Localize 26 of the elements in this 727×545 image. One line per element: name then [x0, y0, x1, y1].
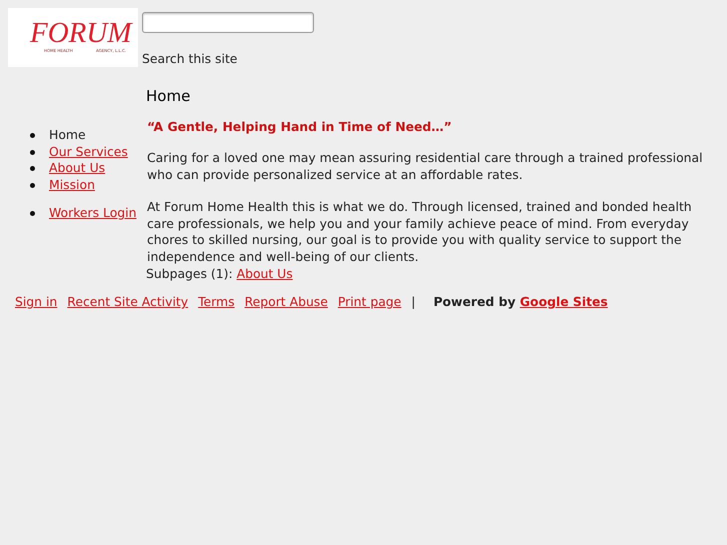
subpage-link[interactable]: About Us	[236, 266, 293, 281]
powered-by-label: Powered by	[433, 294, 516, 309]
bullet-icon	[30, 133, 35, 138]
subpages-label: Subpages (1):	[146, 266, 233, 281]
footer-link[interactable]: Terms	[198, 294, 235, 309]
bullet-icon	[30, 166, 35, 171]
footer-link[interactable]: Recent Site Activity	[67, 294, 188, 309]
page-title: Home	[146, 87, 192, 105]
nav-link[interactable]: About Us	[49, 160, 106, 175]
separator: |	[411, 294, 416, 309]
nav-link[interactable]: Mission	[49, 176, 95, 192]
footer-link[interactable]: Sign in	[15, 294, 58, 309]
paragraph: At Forum Home Health this is what we do. Through licensed, trained and bonded health care professionals, we help you and your family achieve peace of mind. From everyday chores to skilled nursing, our goal is to provide you with quality service to support the independence and well-being of our clients.	[147, 199, 693, 265]
nav-link[interactable]: Our Services	[49, 144, 128, 158]
footer-link[interactable]: Report Abuse	[244, 294, 328, 309]
bullet-icon	[30, 211, 35, 216]
search-label: Search this site	[142, 51, 238, 66]
nav-link[interactable]: Workers Login	[49, 205, 136, 220]
footer-link[interactable]: Print page	[338, 294, 402, 309]
search-field[interactable]	[142, 12, 314, 33]
bullet-icon	[30, 150, 35, 154]
paragraph: Caring for a loved one may mean assuring residential care through a trained professional who can provide personalized service at an affordable rates.	[147, 150, 704, 183]
bullet-icon	[30, 182, 35, 188]
headline: “A Gentle, Helping Hand in Time of Need…”	[147, 119, 453, 134]
nav-item[interactable]: Home	[49, 127, 86, 142]
google-sites-link[interactable]: Google Sites	[520, 294, 608, 309]
